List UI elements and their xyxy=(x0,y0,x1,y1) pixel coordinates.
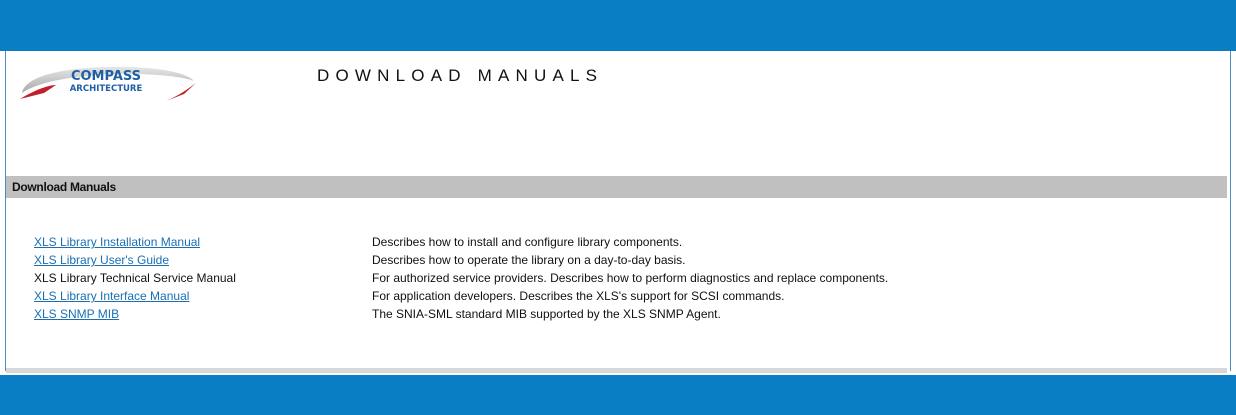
frame-border-right xyxy=(1230,51,1231,371)
manual-link[interactable]: XLS Library User's Guide xyxy=(34,253,169,267)
section-header-bar: Download Manuals xyxy=(6,176,1227,198)
company-logo: COMPASS ARCHITECTURE xyxy=(20,66,196,101)
manual-row: XLS SNMP MIB The SNIA-SML standard MIB su… xyxy=(34,307,1134,325)
logo-text-line1: COMPASS xyxy=(71,69,141,84)
manual-row: XLS Library Interface Manual For applicat… xyxy=(34,289,1134,307)
manual-name-text: XLS Library Technical Service Manual xyxy=(34,271,236,285)
section-title: Download Manuals xyxy=(12,180,116,194)
page-title: DOWNLOAD MANUALS xyxy=(317,66,604,85)
footer-divider xyxy=(6,368,1227,373)
manual-link[interactable]: XLS Library Installation Manual xyxy=(34,235,200,249)
logo-text-line2: ARCHITECTURE xyxy=(70,84,143,94)
manual-row: XLS Library Installation Manual Describes… xyxy=(34,235,1134,253)
manual-link[interactable]: XLS Library Interface Manual xyxy=(34,289,189,303)
top-banner xyxy=(0,0,1236,51)
frame-border-left xyxy=(5,51,6,371)
page: COMPASS ARCHITECTURE DOWNLOAD MANUALS Do… xyxy=(0,0,1236,415)
bottom-banner xyxy=(0,375,1236,415)
manual-row: XLS Library User's Guide Describes how to… xyxy=(34,253,1134,271)
manual-description: For application developers. Describes th… xyxy=(372,289,785,303)
manual-link[interactable]: XLS SNMP MIB xyxy=(34,307,119,321)
manual-description: The SNIA-SML standard MIB supported by t… xyxy=(372,307,721,321)
manual-row: XLS Library Technical Service Manual For … xyxy=(34,271,1134,289)
manual-description: For authorized service providers. Descri… xyxy=(372,271,889,285)
manual-description: Describes how to install and configure l… xyxy=(372,235,683,249)
manuals-list: XLS Library Installation Manual Describes… xyxy=(34,235,1134,325)
manual-description: Describes how to operate the library on … xyxy=(372,253,686,267)
